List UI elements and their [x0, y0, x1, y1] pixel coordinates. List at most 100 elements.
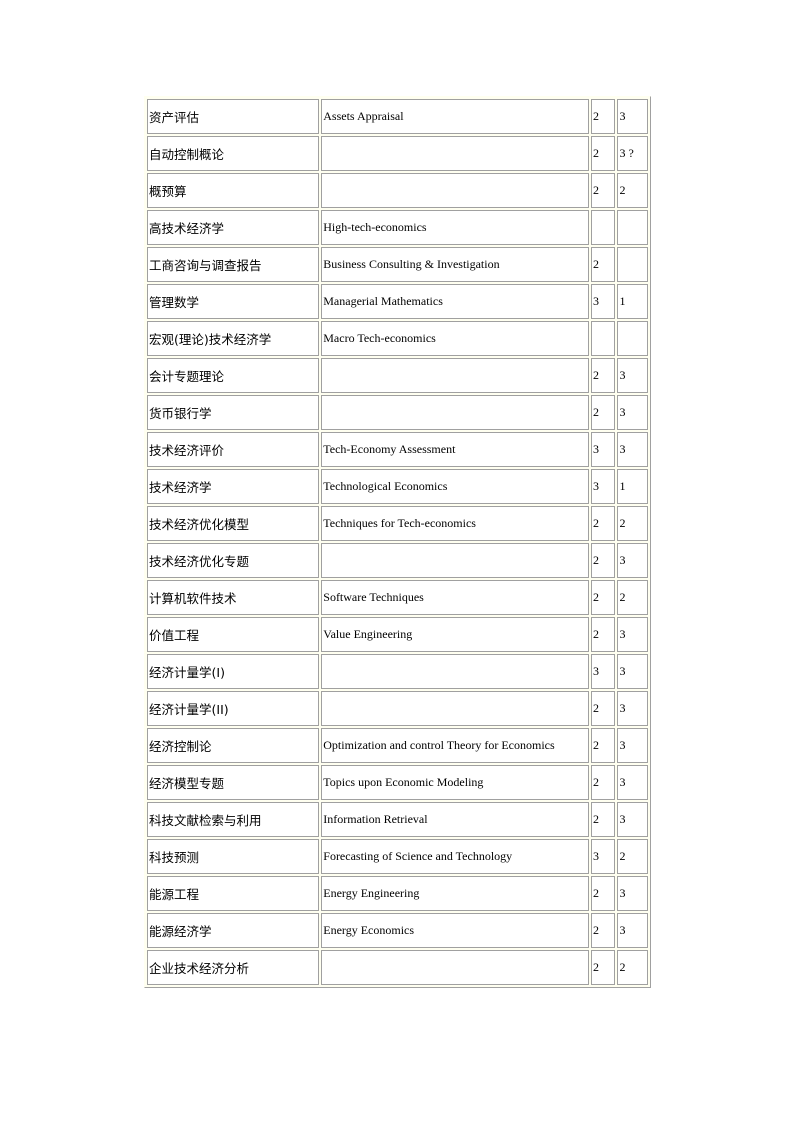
hours-cell: 2	[591, 543, 616, 578]
course-name-cn-cell: 技术经济优化模型	[147, 506, 320, 541]
course-name-en-cell: Software Techniques	[321, 580, 590, 615]
table-row: 技术经济评价 Tech-Economy Assessment 3 3	[147, 432, 648, 467]
hours-cell: 2	[591, 802, 616, 837]
course-name-en-cell: Topics upon Economic Modeling	[321, 765, 590, 800]
credits-cell: 3	[617, 654, 648, 689]
credits-cell	[617, 210, 648, 245]
course-name-cn-cell: 技术经济学	[147, 469, 320, 504]
table-row: 能源经济学 Energy Economics 2 3	[147, 913, 648, 948]
credits-cell	[617, 321, 648, 356]
table-row: 经济计量学(II) 23	[147, 691, 648, 726]
table-row: 计算机软件技术 Software Techniques 2 2	[147, 580, 648, 615]
table-row: 技术经济优化专题 23	[147, 543, 648, 578]
course-name-en-cell: Technological Economics	[321, 469, 590, 504]
hours-cell: 3	[591, 469, 616, 504]
course-name-en-cell: Macro Tech-economics	[321, 321, 590, 356]
credits-cell: 2	[617, 950, 648, 985]
table-row: 价值工程 Value Engineering 2 3	[147, 617, 648, 652]
course-name-cn-cell: 资产评估	[147, 99, 320, 134]
table-row: 科技文献检索与利用 Information Retrieval 2 3	[147, 802, 648, 837]
document-page: 资产评估 Assets Appraisal 2 3 自动控制概论 23 ? 概预算 22高…	[0, 0, 794, 1123]
table-row: 宏观(理论)技术经济学 Macro Tech-economics	[147, 321, 648, 356]
credits-cell: 2	[617, 173, 648, 208]
hours-cell: 2	[591, 691, 616, 726]
course-table-body: 资产评估 Assets Appraisal 2 3 自动控制概论 23 ? 概预算 22高…	[147, 99, 648, 985]
credits-cell: 3	[617, 876, 648, 911]
course-name-en-cell: Techniques for Tech-economics	[321, 506, 590, 541]
course-name-en-cell	[321, 691, 590, 726]
credits-cell: 2	[617, 839, 648, 874]
hours-cell: 3	[591, 654, 616, 689]
hours-cell: 2	[591, 580, 616, 615]
table-row: 自动控制概论 23 ?	[147, 136, 648, 171]
course-name-cn-cell: 科技文献检索与利用	[147, 802, 320, 837]
course-name-cn-cell: 经济控制论	[147, 728, 320, 763]
credits-cell: 3	[617, 99, 648, 134]
course-table: 资产评估 Assets Appraisal 2 3 自动控制概论 23 ? 概预算 22高…	[144, 96, 651, 988]
table-row: 科技预测 Forecasting of Science and Technolog…	[147, 839, 648, 874]
table-row: 资产评估 Assets Appraisal 2 3	[147, 99, 648, 134]
course-name-cn-cell: 货币银行学	[147, 395, 320, 430]
course-name-en-cell: Energy Engineering	[321, 876, 590, 911]
course-name-en-cell: Value Engineering	[321, 617, 590, 652]
hours-cell: 2	[591, 913, 616, 948]
table-row: 经济控制论 Optimization and control Theory for…	[147, 728, 648, 763]
hours-cell	[591, 210, 616, 245]
hours-cell: 2	[591, 136, 616, 171]
course-name-cn-cell: 技术经济评价	[147, 432, 320, 467]
course-name-cn-cell: 工商咨询与调查报告	[147, 247, 320, 282]
course-name-cn-cell: 企业技术经济分析	[147, 950, 320, 985]
table-row: 经济模型专题 Topics upon Economic Modeling 2 3	[147, 765, 648, 800]
table-row: 管理数学 Managerial Mathematics 3 1	[147, 284, 648, 319]
course-name-cn-cell: 经济模型专题	[147, 765, 320, 800]
table-row: 高技术经济学 High-tech-economics	[147, 210, 648, 245]
hours-cell: 3	[591, 432, 616, 467]
table-row: 会计专题理论 23	[147, 358, 648, 393]
course-name-cn-cell: 高技术经济学	[147, 210, 320, 245]
course-name-cn-cell: 计算机软件技术	[147, 580, 320, 615]
table-row: 经济计量学(Ⅰ) 33	[147, 654, 648, 689]
course-name-cn-cell: 自动控制概论	[147, 136, 320, 171]
course-name-en-cell	[321, 358, 590, 393]
hours-cell: 2	[591, 395, 616, 430]
course-name-cn-cell: 科技预测	[147, 839, 320, 874]
hours-cell: 2	[591, 765, 616, 800]
credits-cell: 3	[617, 543, 648, 578]
hours-cell: 2	[591, 728, 616, 763]
table-row: 技术经济优化模型 Techniques for Tech-economics 2 2	[147, 506, 648, 541]
table-row: 工商咨询与调查报告 Business Consulting & Investiga…	[147, 247, 648, 282]
course-name-cn-cell: 价值工程	[147, 617, 320, 652]
course-name-en-cell	[321, 543, 590, 578]
course-name-en-cell	[321, 395, 590, 430]
hours-cell: 2	[591, 617, 616, 652]
hours-cell: 2	[591, 506, 616, 541]
credits-cell: 3	[617, 395, 648, 430]
credits-cell: 3	[617, 728, 648, 763]
hours-cell: 3	[591, 284, 616, 319]
course-name-cn-cell: 宏观(理论)技术经济学	[147, 321, 320, 356]
credits-cell: 3	[617, 802, 648, 837]
hours-cell: 2	[591, 247, 616, 282]
hours-cell: 2	[591, 950, 616, 985]
hours-cell: 2	[591, 358, 616, 393]
table-row: 技术经济学 Technological Economics 3 1	[147, 469, 648, 504]
table-row: 企业技术经济分析 22	[147, 950, 648, 985]
course-name-en-cell: Optimization and control Theory for Econ…	[321, 728, 590, 763]
credits-cell: 3 ?	[617, 136, 648, 171]
course-name-en-cell: Assets Appraisal	[321, 99, 590, 134]
hours-cell	[591, 321, 616, 356]
credits-cell: 3	[617, 617, 648, 652]
credits-cell	[617, 247, 648, 282]
course-name-cn-cell: 经济计量学(II)	[147, 691, 320, 726]
course-name-cn-cell: 技术经济优化专题	[147, 543, 320, 578]
table-row: 概预算 22	[147, 173, 648, 208]
hours-cell: 2	[591, 173, 616, 208]
hours-cell: 3	[591, 839, 616, 874]
table-row: 能源工程 Energy Engineering 2 3	[147, 876, 648, 911]
course-name-en-cell	[321, 950, 590, 985]
table-row: 货币银行学 23	[147, 395, 648, 430]
course-name-en-cell	[321, 136, 590, 171]
credits-cell: 3	[617, 432, 648, 467]
credits-cell: 2	[617, 580, 648, 615]
course-name-en-cell	[321, 654, 590, 689]
